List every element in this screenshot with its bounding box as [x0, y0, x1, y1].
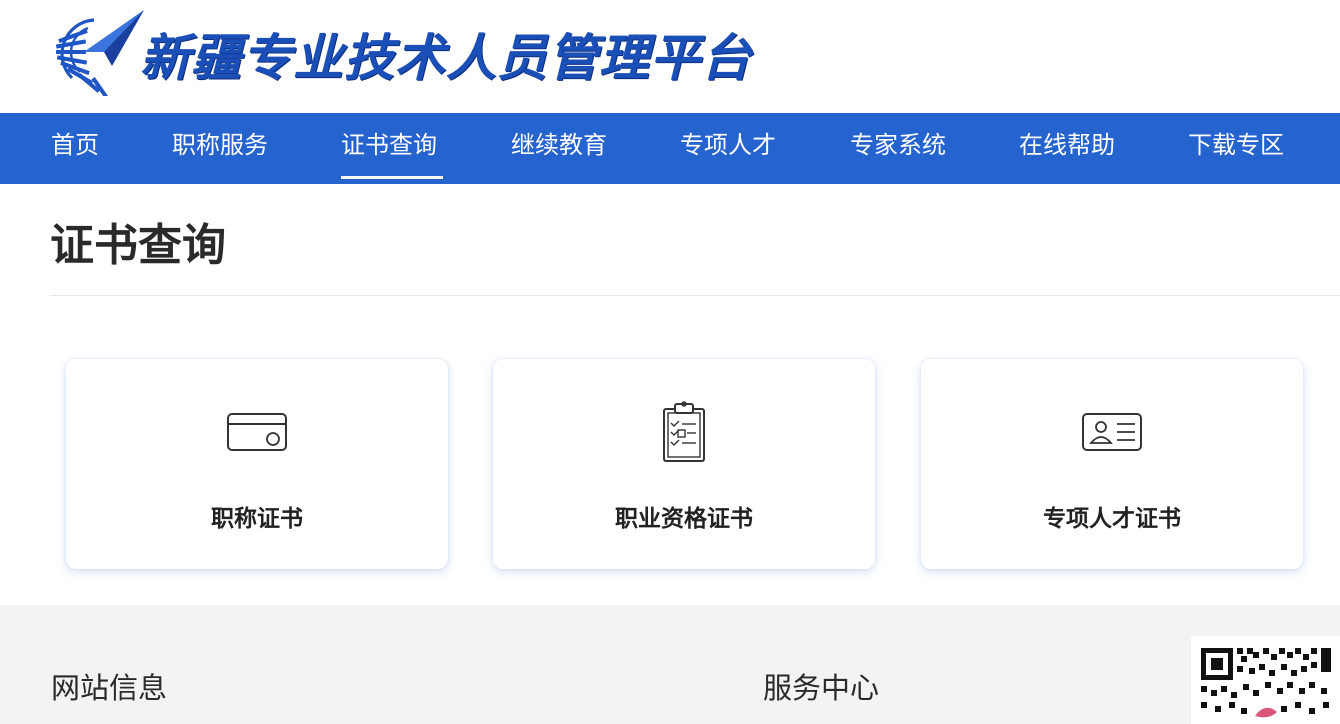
nav-item-online-help[interactable]: 在线帮助 [1019, 113, 1115, 184]
id-card-icon [1082, 413, 1142, 451]
nav-item-expert-system[interactable]: 专家系统 [850, 113, 946, 184]
card-label: 职称证书 [211, 506, 303, 532]
nav-item-home[interactable]: 首页 [51, 113, 99, 184]
nav-item-title-services[interactable]: 职称服务 [172, 113, 268, 184]
footer-site-info-heading: 网站信息 [51, 671, 168, 705]
nav-item-certificate-query[interactable]: 证书查询 [341, 113, 443, 184]
card-title-certificate[interactable]: 职称证书 [66, 359, 448, 569]
footer-service-center-heading: 服务中心 [763, 671, 880, 705]
card-label: 职业资格证书 [615, 506, 753, 532]
page-title: 证书查询 [50, 220, 226, 271]
main-nav: 首页 职称服务 证书查询 继续教育 专项人才 专家系统 在线帮助 下载专区 [0, 113, 1340, 184]
site-header: 新疆专业技术人员管理平台 [0, 0, 1340, 113]
site-footer [0, 605, 1340, 724]
paper-plane-logo-icon [55, 10, 144, 96]
nav-item-downloads[interactable]: 下载专区 [1188, 113, 1284, 184]
card-vocational-certificate[interactable]: 职业资格证书 [493, 359, 875, 569]
clipboard-checklist-icon [663, 401, 705, 462]
card-special-talent-certificate[interactable]: 专项人才证书 [921, 359, 1303, 569]
title-divider [50, 295, 1340, 296]
nav-item-special-talent[interactable]: 专项人才 [680, 113, 776, 184]
card-icon [227, 413, 287, 451]
site-title: 新疆专业技术人员管理平台 [140, 29, 752, 87]
qr-code-icon [1191, 636, 1340, 724]
site-logo[interactable]: 新疆专业技术人员管理平台 [54, 6, 752, 96]
nav-item-continuing-education[interactable]: 继续教育 [511, 113, 607, 184]
card-label: 专项人才证书 [1043, 506, 1181, 532]
